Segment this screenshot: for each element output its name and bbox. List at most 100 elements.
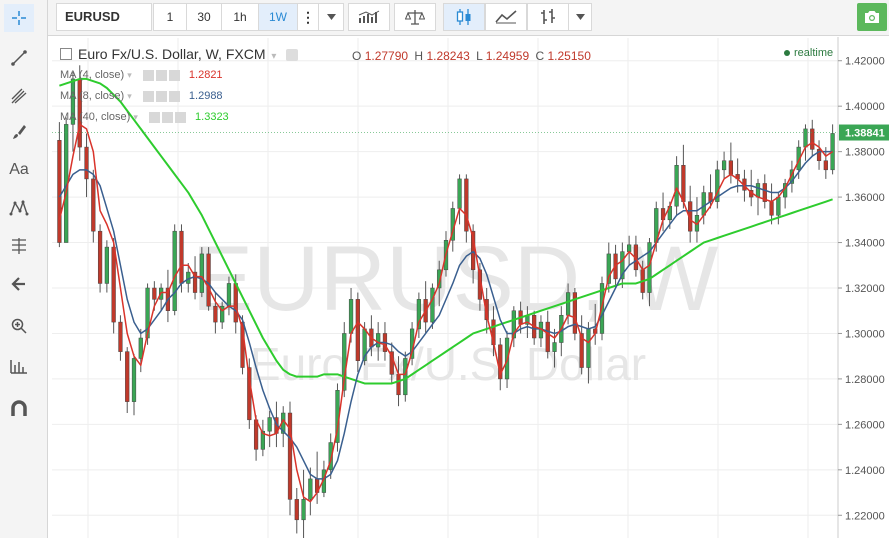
- candle-body: [681, 165, 686, 202]
- realtime-dot-icon: [784, 50, 790, 57]
- y-tick-label: 1.40000: [845, 101, 885, 113]
- candle-body: [627, 244, 632, 252]
- area-style-icon[interactable]: [485, 3, 527, 31]
- candle-body: [213, 305, 218, 323]
- candle-body: [308, 478, 313, 500]
- pattern-icon[interactable]: [4, 194, 34, 222]
- eye-icon[interactable]: [142, 69, 154, 81]
- indicator-dropdown-icon[interactable]: ▾: [127, 91, 132, 101]
- settings-icon[interactable]: [155, 90, 167, 102]
- interval-1-button[interactable]: 1: [153, 3, 187, 31]
- close-icon[interactable]: [174, 111, 186, 123]
- eye-icon[interactable]: [286, 49, 299, 62]
- collapse-legend-icon[interactable]: [60, 48, 72, 61]
- close-icon[interactable]: [168, 69, 180, 81]
- indicator-label: MA (4, close): [60, 69, 125, 81]
- candle-body: [131, 358, 137, 402]
- settings-icon[interactable]: [155, 69, 167, 81]
- candle-body: [138, 337, 143, 359]
- indicator-ma8[interactable]: MA (8, close) ▾ 1.2988: [60, 90, 223, 102]
- indicator-value: 1.2821: [188, 69, 223, 81]
- settings-icon[interactable]: [161, 111, 173, 123]
- symbol-input[interactable]: EURUSD: [56, 3, 152, 31]
- indicator-value: 1.3323: [195, 111, 229, 123]
- title-dropdown-icon[interactable]: ▾: [271, 51, 276, 62]
- candle-body: [545, 321, 550, 352]
- indicator-dropdown-icon[interactable]: ▾: [133, 112, 138, 122]
- close-value: 1.25150: [547, 49, 591, 63]
- open-label: O: [352, 49, 362, 63]
- candle-body: [267, 417, 272, 432]
- measure-icon[interactable]: [4, 352, 34, 380]
- text-tool-icon[interactable]: Aa: [4, 156, 34, 184]
- candle-body: [226, 283, 232, 307]
- candle-body: [104, 246, 109, 284]
- chart-legend: Euro Fx/U.S. Dollar, W, FXCM ▾: [60, 46, 299, 62]
- y-tick-label: 1.22000: [845, 510, 885, 522]
- zoom-in-icon[interactable]: [4, 312, 34, 340]
- realtime-label: realtime: [794, 47, 834, 59]
- indicator-ma4[interactable]: MA (4, close) ▾ 1.2821: [60, 69, 223, 81]
- last-price-label: 1.38841: [845, 128, 885, 140]
- chart-style-dropdown-icon[interactable]: [568, 3, 592, 31]
- candle-body: [565, 292, 571, 316]
- candle-body: [464, 178, 469, 232]
- interval-1h-button[interactable]: 1h: [221, 3, 259, 31]
- candle-body: [125, 351, 130, 402]
- candle-body: [111, 246, 116, 323]
- y-tick-label: 1.28000: [845, 374, 885, 386]
- indicator-label: MA (40, close): [60, 111, 131, 123]
- top-toolbar: EURUSD 1 30 1h 1W ⋮: [48, 0, 889, 36]
- candle-body: [253, 419, 259, 450]
- close-label: C: [535, 49, 545, 63]
- candle-body: [586, 328, 591, 368]
- brush-icon[interactable]: [4, 118, 34, 146]
- candle-body: [396, 374, 401, 396]
- y-tick-label: 1.42000: [845, 56, 885, 68]
- compare-icon[interactable]: [394, 3, 436, 31]
- candle-body: [91, 178, 96, 232]
- eye-icon[interactable]: [148, 111, 160, 123]
- candle-body: [97, 230, 103, 284]
- candle-body: [233, 283, 238, 323]
- candle-body: [674, 165, 679, 207]
- fib-retracement-icon[interactable]: [4, 232, 34, 260]
- camera-icon[interactable]: [857, 3, 887, 31]
- bars-style-icon[interactable]: [527, 3, 569, 31]
- candle-body: [172, 230, 177, 311]
- candle-body: [552, 342, 557, 352]
- crosshair-icon[interactable]: [4, 4, 34, 32]
- candle-body: [376, 333, 381, 348]
- low-label: L: [476, 49, 483, 63]
- indicator-ma40[interactable]: MA (40, close) ▾ 1.3323: [60, 111, 229, 123]
- candle-body: [199, 253, 204, 293]
- candle-body: [348, 299, 354, 334]
- candle-body: [823, 160, 828, 171]
- indicator-dropdown-icon[interactable]: ▾: [127, 70, 132, 80]
- open-value: 1.27790: [364, 49, 409, 63]
- candle-body: [206, 253, 211, 307]
- arrow-left-icon[interactable]: [4, 270, 34, 298]
- interval-dropdown-icon[interactable]: [318, 3, 344, 31]
- high-value: 1.28243: [426, 49, 470, 63]
- indicators-icon[interactable]: [348, 3, 390, 31]
- more-intervals-icon[interactable]: ⋮: [297, 3, 319, 31]
- realtime-status: realtime: [784, 47, 833, 59]
- candle-body: [294, 499, 299, 521]
- interval-1w-button[interactable]: 1W: [258, 3, 298, 31]
- close-icon[interactable]: [168, 90, 180, 102]
- magnet-icon[interactable]: [4, 395, 34, 423]
- interval-30-button[interactable]: 30: [186, 3, 222, 31]
- y-tick-label: 1.32000: [845, 283, 885, 295]
- candle-body: [118, 321, 123, 352]
- candle-body: [701, 192, 706, 216]
- eye-icon[interactable]: [142, 90, 154, 102]
- candles-style-icon[interactable]: [443, 3, 485, 31]
- trend-line-icon[interactable]: [4, 44, 34, 72]
- candle-body: [179, 230, 184, 284]
- candle-body: [755, 183, 761, 198]
- chart-title: Euro Fx/U.S. Dollar, W, FXCM: [78, 46, 266, 62]
- pitchfork-icon[interactable]: [4, 82, 34, 110]
- low-value: 1.24959: [485, 49, 530, 63]
- y-tick-label: 1.30000: [845, 328, 885, 340]
